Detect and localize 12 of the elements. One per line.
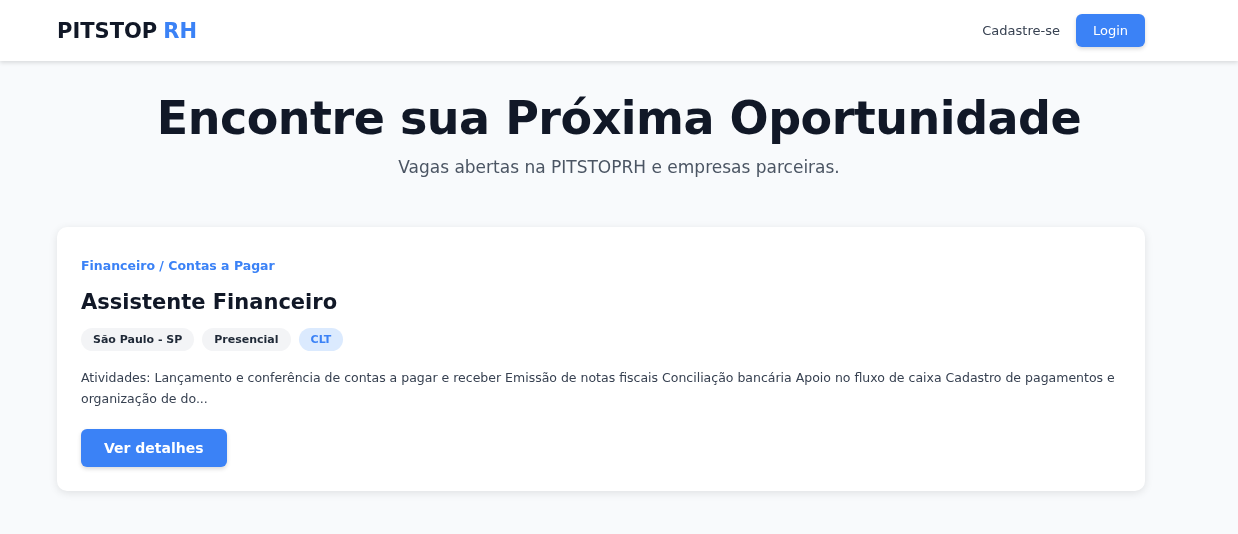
login-button[interactable]: Login [1075,14,1145,47]
page-subtitle: Vagas abertas na PITSTOPRH e empresas parceiras. [398,157,840,177]
details-button[interactable]: Ver detalhes [81,429,227,467]
signup-link[interactable]: Cadastre-se [982,23,1060,38]
page-title: Encontre sua Próxima Oportunidade [156,91,1082,145]
job-tag: São Paulo - SP [81,328,195,351]
logo: PITSTOP RH [57,18,197,43]
job-description: Atividades: Lançamento e conferência de contas a pagar e receber Emissão de notas fiscais Conciliação bancária Apoio no fluxo de caixa Cadastro de pagamentos e organização de do... [81,369,1116,408]
job-tag: CLT [298,328,344,351]
job-title: Assistente Financeiro [81,290,339,314]
job-tag: Presencial [202,328,291,351]
job-category: Financeiro / Contas a Pagar [81,258,275,273]
